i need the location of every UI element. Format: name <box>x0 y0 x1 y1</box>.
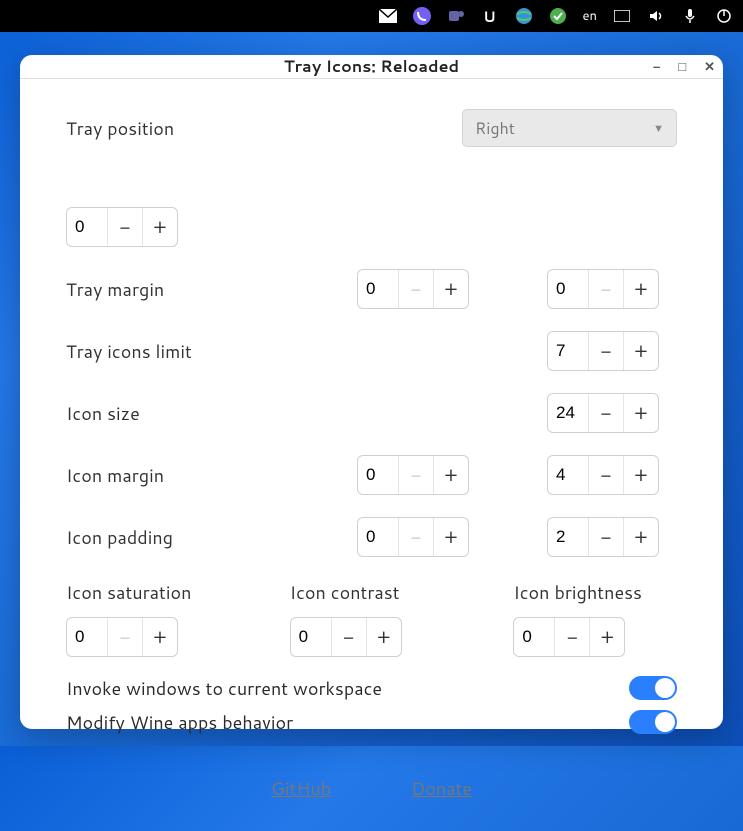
tray-margin-left-input[interactable] <box>358 270 398 308</box>
contrast-input[interactable] <box>291 618 331 656</box>
increment-button[interactable]: + <box>433 270 468 308</box>
icons-limit-stepper[interactable]: − + <box>547 331 659 371</box>
system-topbar: U en <box>0 0 743 32</box>
decrement-button[interactable]: − <box>107 208 142 246</box>
minimize-button[interactable]: – <box>653 59 660 74</box>
window-title: Tray Icons: Reloaded <box>284 55 459 78</box>
maximize-button[interactable]: □ <box>678 59 686 74</box>
contrast-label: Icon contrast <box>290 579 454 605</box>
decrement-button[interactable]: − <box>331 618 366 656</box>
icon-size-stepper[interactable]: − + <box>547 393 659 433</box>
icon-size-label: Icon size <box>66 400 297 426</box>
increment-button[interactable]: + <box>623 518 658 556</box>
saturation-input[interactable] <box>67 618 107 656</box>
screen-icon[interactable] <box>613 7 631 25</box>
increment-button[interactable]: + <box>623 332 658 370</box>
globe-icon[interactable] <box>515 7 533 25</box>
increment-button[interactable]: + <box>142 618 177 656</box>
icons-limit-label: Tray icons limit <box>66 338 297 364</box>
increment-button[interactable]: + <box>623 394 658 432</box>
power-icon[interactable] <box>715 7 733 25</box>
icon-margin-right-input[interactable] <box>548 456 588 494</box>
tray-position-label: Tray position <box>66 115 422 141</box>
decrement-button[interactable]: − <box>398 270 433 308</box>
close-button[interactable]: ✕ <box>704 59 715 75</box>
icon-margin-left-stepper[interactable]: − + <box>357 455 469 495</box>
icon-padding-left-input[interactable] <box>358 518 398 556</box>
icon-padding-right-input[interactable] <box>548 518 588 556</box>
increment-button[interactable]: + <box>366 618 401 656</box>
decrement-button[interactable]: − <box>398 456 433 494</box>
icon-padding-left-stepper[interactable]: − + <box>357 517 469 557</box>
tray-position-dropdown[interactable]: Right ▼ <box>462 109 677 147</box>
contrast-stepper[interactable]: − + <box>290 617 402 657</box>
lang-indicator[interactable]: en <box>583 7 597 25</box>
tray-margin-label: Tray margin <box>66 276 297 302</box>
increment-button[interactable]: + <box>142 208 177 246</box>
increment-button[interactable]: + <box>623 456 658 494</box>
tray-margin-right-input[interactable] <box>548 270 588 308</box>
decrement-button[interactable]: − <box>588 332 623 370</box>
decrement-button[interactable]: − <box>588 394 623 432</box>
u-icon[interactable]: U <box>481 7 499 25</box>
icon-margin-label: Icon margin <box>66 462 297 488</box>
invoke-toggle[interactable] <box>629 676 677 700</box>
increment-button[interactable]: + <box>589 618 624 656</box>
brightness-stepper[interactable]: − + <box>513 617 625 657</box>
tray-margin-left-stepper[interactable]: − + <box>357 269 469 309</box>
saturation-label: Icon saturation <box>66 579 230 605</box>
increment-button[interactable]: + <box>433 518 468 556</box>
mic-icon[interactable] <box>681 7 699 25</box>
invoke-label: Invoke windows to current workspace <box>66 675 382 701</box>
icon-size-input[interactable] <box>548 394 588 432</box>
decrement-button[interactable]: − <box>554 618 589 656</box>
decrement-button[interactable]: − <box>588 456 623 494</box>
icons-limit-input[interactable] <box>548 332 588 370</box>
volume-icon[interactable] <box>647 7 665 25</box>
chevron-down-icon: ▼ <box>653 120 664 136</box>
brightness-input[interactable] <box>514 618 554 656</box>
decrement-button[interactable]: − <box>588 518 623 556</box>
viber-icon[interactable] <box>413 7 431 25</box>
increment-button[interactable]: + <box>433 456 468 494</box>
donate-link[interactable]: Donate <box>411 775 472 801</box>
icon-padding-right-stepper[interactable]: − + <box>547 517 659 557</box>
icon-padding-label: Icon padding <box>66 524 297 550</box>
teams-icon[interactable] <box>447 7 465 25</box>
decrement-button[interactable]: − <box>398 518 433 556</box>
settings-window: Tray Icons: Reloaded – □ ✕ Tray position… <box>20 55 723 729</box>
settings-content: Tray position Right ▼ − + Tray margin − … <box>20 79 723 831</box>
mail-icon[interactable] <box>379 7 397 25</box>
icon-margin-right-stepper[interactable]: − + <box>547 455 659 495</box>
wine-label: Modify Wine apps behavior <box>66 709 293 735</box>
github-link[interactable]: GitHub <box>271 775 331 801</box>
titlebar: Tray Icons: Reloaded – □ ✕ <box>20 55 723 79</box>
icon-margin-left-input[interactable] <box>358 456 398 494</box>
decrement-button[interactable]: − <box>588 270 623 308</box>
check-icon[interactable] <box>549 7 567 25</box>
tray-margin-right-stepper[interactable]: − + <box>547 269 659 309</box>
tray-position-offset-stepper[interactable]: − + <box>66 207 178 247</box>
increment-button[interactable]: + <box>623 270 658 308</box>
tray-position-offset-input[interactable] <box>67 208 107 246</box>
wine-toggle[interactable] <box>629 710 677 734</box>
brightness-label: Icon brightness <box>513 579 677 605</box>
decrement-button[interactable]: − <box>107 618 142 656</box>
saturation-stepper[interactable]: − + <box>66 617 178 657</box>
